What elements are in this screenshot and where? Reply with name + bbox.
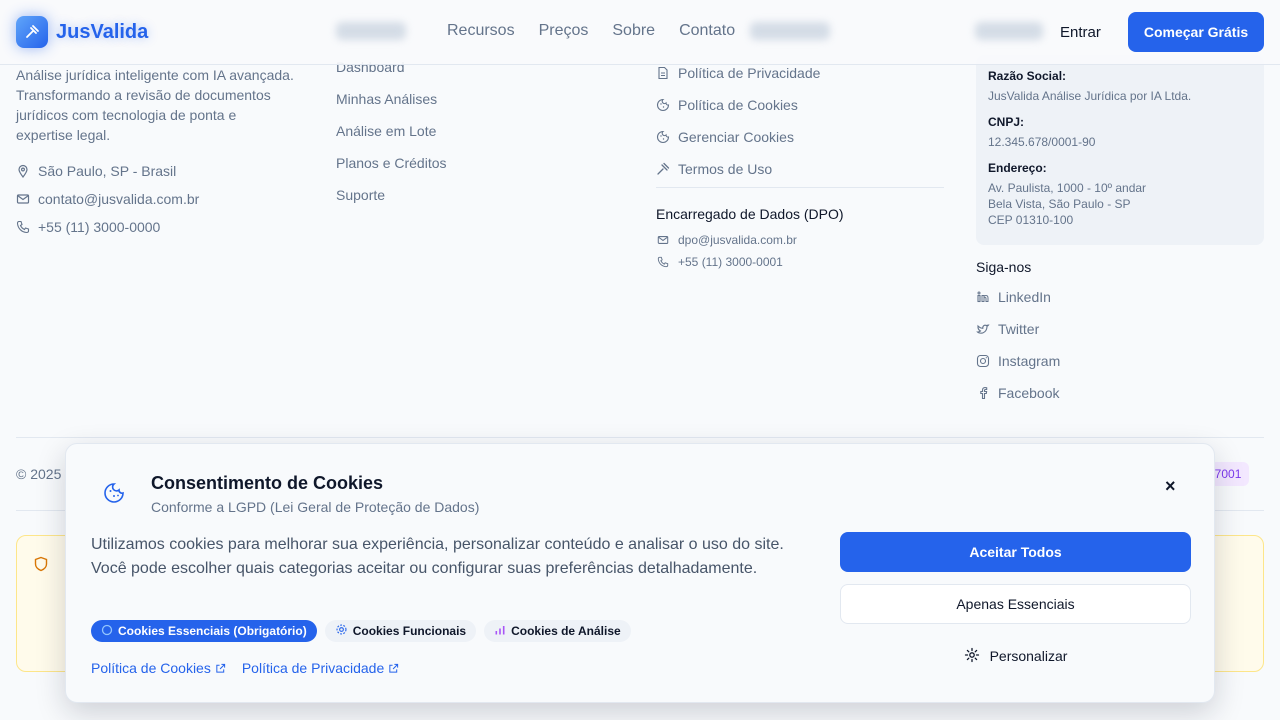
razao-label: Razão Social: — [988, 69, 1067, 83]
cookie-categories: Cookies Essenciais (Obrigatório) Cookies… — [91, 620, 631, 642]
link-cookie-policy[interactable]: Política de Cookies — [656, 89, 944, 121]
footer-divider — [16, 437, 1264, 438]
nav-precos[interactable]: Preços — [539, 22, 589, 40]
phone-line[interactable]: +55 (11) 3000-0000 — [16, 213, 296, 241]
mail-icon — [16, 192, 30, 206]
cnpj-label: CNPJ: — [988, 115, 1025, 129]
chip-analytics-cookies: Cookies de Análise — [484, 620, 631, 642]
twitter-icon — [976, 322, 990, 336]
mail-icon — [656, 233, 670, 247]
legal-column: Política de Privacidade Política de Cook… — [656, 57, 944, 272]
link-suporte[interactable]: Suporte — [336, 185, 447, 217]
external-link-icon — [388, 663, 399, 674]
modal-description: Utilizamos cookies para melhorar sua exp… — [91, 536, 784, 577]
copyright: © 2025 — [16, 466, 62, 482]
link-cookie-policy-modal[interactable]: Política de Cookies — [91, 660, 226, 676]
cookie-icon — [103, 482, 125, 509]
social-facebook[interactable]: Facebook — [976, 377, 1264, 409]
accept-all-button[interactable]: Aceitar Todos — [840, 532, 1191, 572]
start-free-button[interactable]: Começar Grátis — [1128, 12, 1264, 52]
site-header: JusValida Recursos Preços Sobre Contato … — [0, 0, 1280, 65]
dpo-phone[interactable]: +55 (11) 3000-0001 — [656, 252, 944, 272]
company-info-card: Razão Social: JusValida Análise Jurídica… — [976, 55, 1264, 245]
map-pin-icon — [16, 164, 30, 178]
phone-icon — [16, 220, 30, 234]
phone-icon — [656, 255, 670, 269]
chip-functional-cookies: Cookies Funcionais — [324, 620, 477, 642]
social-instagram[interactable]: Instagram — [976, 345, 1264, 377]
about-text: Análise jurídica inteligente com IA avan… — [16, 67, 294, 143]
endereco-value: Av. Paulista, 1000 - 10º andar Bela Vist… — [988, 181, 1147, 227]
close-icon[interactable]: × — [1165, 476, 1176, 497]
gear-icon — [335, 623, 348, 639]
instagram-icon — [976, 354, 990, 368]
link-planos-creditos[interactable]: Planos e Créditos — [336, 153, 447, 185]
cookie-icon — [656, 98, 670, 112]
facebook-icon — [976, 386, 990, 400]
shield-icon — [33, 556, 49, 577]
gavel-icon — [656, 162, 670, 176]
settings-icon — [964, 647, 980, 666]
linkedin-icon — [976, 290, 990, 304]
social-twitter[interactable]: Twitter — [976, 313, 1264, 345]
external-link-icon — [215, 663, 226, 674]
customize-button[interactable]: Personalizar — [840, 636, 1191, 676]
nav-recursos[interactable]: Recursos — [447, 22, 515, 40]
file-text-icon — [656, 66, 670, 80]
location-line: São Paulo, SP - Brasil — [16, 157, 296, 185]
dpo-title: Encarregado de Dados (DPO) — [656, 206, 844, 222]
endereco-label: Endereço: — [988, 161, 1047, 175]
divider — [656, 187, 944, 188]
blurred-nav-item — [750, 22, 830, 40]
nav-contato[interactable]: Contato — [679, 22, 735, 40]
link-analise-lote[interactable]: Análise em Lote — [336, 121, 447, 153]
blurred-nav-item — [336, 22, 406, 40]
gavel-icon — [16, 16, 48, 48]
dpo-email[interactable]: dpo@jusvalida.com.br — [656, 230, 944, 250]
about-column: Análise jurídica inteligente com IA avan… — [16, 65, 296, 241]
platform-links: Dashboard Minhas Análises Análise em Lot… — [336, 57, 447, 217]
link-minhas-analises[interactable]: Minhas Análises — [336, 89, 447, 121]
bar-chart-icon — [494, 624, 506, 639]
email-line[interactable]: contato@jusvalida.com.br — [16, 185, 296, 213]
social-linkedin[interactable]: LinkedIn — [976, 281, 1264, 313]
modal-subtitle: Conforme a LGPD (Lei Geral de Proteção d… — [151, 499, 480, 515]
cookie-icon — [656, 130, 670, 144]
brand-name: JusValida — [56, 20, 149, 43]
main-nav: Recursos Preços Sobre Contato — [447, 22, 759, 40]
razao-value: JusValida Análise Jurídica por IA Ltda. — [988, 89, 1192, 103]
login-button[interactable]: Entrar — [1060, 24, 1101, 41]
follow-title: Siga-nos — [976, 259, 1032, 275]
cookie-consent-modal: Consentimento de Cookies Conforme a LGPD… — [65, 443, 1215, 703]
link-privacy-policy-modal[interactable]: Política de Privacidade — [242, 660, 399, 676]
policy-links: Política de Cookies Política de Privacid… — [91, 660, 399, 676]
brand-logo[interactable]: JusValida — [16, 16, 148, 48]
essential-only-button[interactable]: Apenas Essenciais — [840, 584, 1191, 624]
modal-title: Consentimento de Cookies — [151, 473, 384, 493]
cnpj-value: 12.345.678/0001-90 — [988, 135, 1096, 149]
chip-essential-cookies: Cookies Essenciais (Obrigatório) — [91, 620, 317, 642]
shield-icon — [101, 624, 113, 639]
company-column: Razão Social: JusValida Análise Jurídica… — [976, 55, 1264, 409]
link-manage-cookies[interactable]: Gerenciar Cookies — [656, 121, 944, 153]
blurred-header-item — [975, 22, 1043, 40]
link-terms[interactable]: Termos de Uso — [656, 153, 944, 185]
nav-sobre[interactable]: Sobre — [612, 22, 655, 40]
